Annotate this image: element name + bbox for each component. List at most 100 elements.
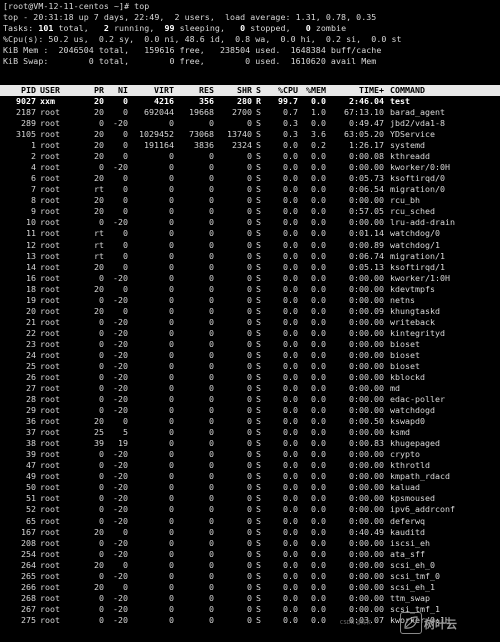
process-mem: 0.0 bbox=[311, 250, 326, 261]
process-pid: 19 bbox=[26, 294, 36, 305]
process-command: md bbox=[390, 383, 400, 394]
process-pid: 8 bbox=[31, 195, 36, 206]
process-command: rcu_bh bbox=[390, 195, 420, 206]
process-virt: 692044 bbox=[144, 107, 174, 118]
process-time: 0:00.00 bbox=[349, 570, 384, 581]
process-res: 0 bbox=[209, 217, 214, 228]
process-mem: 0.0 bbox=[311, 427, 326, 438]
process-priority: 0 bbox=[99, 383, 104, 394]
process-priority: 0 bbox=[99, 394, 104, 405]
process-pid: 29 bbox=[26, 405, 36, 416]
process-virt: 0 bbox=[169, 316, 174, 327]
process-pid: 36 bbox=[26, 416, 36, 427]
process-state: S bbox=[256, 394, 261, 405]
process-res: 0 bbox=[209, 272, 214, 283]
process-pid: 50 bbox=[26, 482, 36, 493]
process-cpu: 0.0 bbox=[283, 162, 298, 173]
process-user: root bbox=[40, 349, 60, 360]
process-res: 0 bbox=[209, 603, 214, 614]
process-res: 0 bbox=[209, 614, 214, 625]
process-command: kauditd bbox=[390, 526, 425, 537]
process-row: 16 root 0 -20 0 0 0 S 0.0 0.0 0:00.00 kworker/1:0H bbox=[0, 273, 500, 284]
process-priority: 20 bbox=[94, 305, 104, 316]
process-row: 25 root 0 -20 0 0 0 S 0.0 0.0 0:00.00 bioset bbox=[0, 361, 500, 372]
process-row: 8 root 20 0 0 0 0 S 0.0 0.0 0:00.00 rcu_bh bbox=[0, 195, 500, 206]
process-virt: 0 bbox=[169, 261, 174, 272]
process-priority: 0 bbox=[99, 460, 104, 471]
process-virt: 0 bbox=[169, 228, 174, 239]
process-state: S bbox=[256, 360, 261, 371]
process-pid: 37 bbox=[26, 427, 36, 438]
col-virt: VIRT bbox=[154, 85, 174, 95]
process-res: 0 bbox=[209, 537, 214, 548]
shell-prompt: [root@VM-12-11-centos ~]# top bbox=[3, 1, 150, 11]
process-state: S bbox=[256, 338, 261, 349]
process-mem: 0.0 bbox=[311, 360, 326, 371]
process-cpu: 0.0 bbox=[283, 526, 298, 537]
process-virt: 0 bbox=[169, 250, 174, 261]
process-priority: 0 bbox=[99, 272, 104, 283]
process-pid: 49 bbox=[26, 471, 36, 482]
process-priority: 0 bbox=[99, 537, 104, 548]
process-nice: -20 bbox=[113, 537, 128, 548]
process-state: S bbox=[256, 614, 261, 625]
process-nice: 0 bbox=[123, 107, 128, 118]
process-virt: 0 bbox=[169, 151, 174, 162]
process-pid: 38 bbox=[26, 438, 36, 449]
process-nice: -20 bbox=[113, 603, 128, 614]
process-pid: 2187 bbox=[16, 107, 36, 118]
process-mem: 3.6 bbox=[311, 129, 326, 140]
process-state: S bbox=[256, 460, 261, 471]
process-state: S bbox=[256, 305, 261, 316]
terminal-window[interactable]: [root@VM-12-11-centos ~]# top top - 20:3… bbox=[0, 0, 500, 642]
process-mem: 0.0 bbox=[311, 405, 326, 416]
process-nice: -20 bbox=[113, 118, 128, 129]
process-nice: 0 bbox=[123, 559, 128, 570]
process-pid: 167 bbox=[21, 526, 36, 537]
process-priority: rt bbox=[94, 250, 104, 261]
process-user: root bbox=[40, 394, 60, 405]
process-priority: 20 bbox=[94, 261, 104, 272]
process-mem: 0.0 bbox=[311, 195, 326, 206]
process-nice: -20 bbox=[113, 372, 128, 382]
process-mem: 0.0 bbox=[311, 471, 326, 482]
process-mem: 0.0 bbox=[311, 349, 326, 360]
process-cpu: 0.3 bbox=[283, 129, 298, 140]
process-command: edac-poller bbox=[390, 394, 445, 405]
process-shr: 0 bbox=[247, 603, 252, 614]
process-pid: 47 bbox=[26, 460, 36, 471]
process-mem: 0.0 bbox=[311, 184, 326, 195]
process-virt: 0 bbox=[169, 548, 174, 559]
process-time: 0:00.00 bbox=[349, 360, 384, 371]
cpu-line: %Cpu(s): 50.2 us, 0.2 sy, 0.0 ni, 48.6 i… bbox=[3, 34, 402, 44]
process-nice: -20 bbox=[113, 548, 128, 559]
process-res: 0 bbox=[209, 184, 214, 195]
process-pid: 6 bbox=[31, 173, 36, 184]
process-row: 21 root 0 -20 0 0 0 S 0.0 0.0 0:00.00 writeback bbox=[0, 317, 500, 328]
process-priority: 20 bbox=[94, 107, 104, 118]
process-nice: -20 bbox=[113, 405, 128, 416]
process-res: 0 bbox=[209, 383, 214, 394]
process-row: 65 root 0 -20 0 0 0 S 0.0 0.0 0:00.00 deferwq bbox=[0, 516, 500, 527]
process-time: 0:00.00 bbox=[349, 272, 384, 283]
process-cpu: 0.0 bbox=[283, 427, 298, 438]
process-pid: 24 bbox=[26, 349, 36, 360]
process-cpu: 0.0 bbox=[283, 294, 298, 305]
process-res: 0 bbox=[209, 228, 214, 239]
process-row: 6 root 20 0 0 0 0 S 0.0 0.0 0:05.73 ksoftirqd/0 bbox=[0, 173, 500, 184]
process-pid: 264 bbox=[21, 559, 36, 570]
process-shr: 2324 bbox=[232, 140, 252, 151]
process-nice: -20 bbox=[113, 504, 128, 515]
tasks-line: Tasks: 101 total, 2 running, 99 sleeping… bbox=[3, 23, 347, 33]
process-command: ksoftirqd/0 bbox=[390, 173, 445, 184]
process-command: kworker/1:0H bbox=[390, 272, 450, 283]
process-state: S bbox=[256, 427, 261, 438]
process-res: 0 bbox=[209, 239, 214, 250]
process-cpu: 0.0 bbox=[283, 493, 298, 504]
process-priority: 0 bbox=[99, 482, 104, 493]
process-mem: 0.0 bbox=[311, 614, 326, 625]
process-user: root bbox=[40, 471, 60, 482]
process-shr: 0 bbox=[247, 316, 252, 327]
process-mem: 0.0 bbox=[311, 493, 326, 504]
process-row: 24 root 0 -20 0 0 0 S 0.0 0.0 0:00.00 bioset bbox=[0, 350, 500, 361]
